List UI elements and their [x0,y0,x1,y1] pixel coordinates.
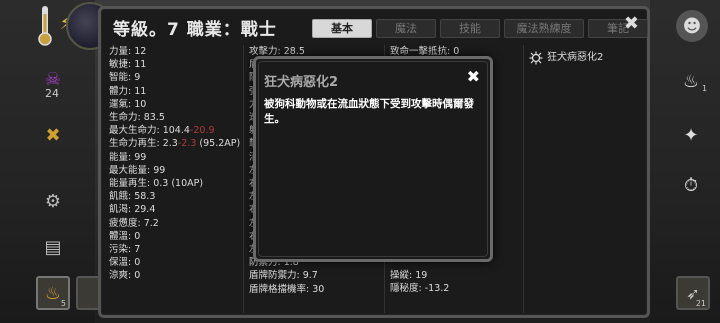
popup-title: 狂犬病惡化2 [264,75,339,90]
tab-basic[interactable]: 基本 [312,19,372,38]
left-counter: 24 [45,87,59,100]
close-icon[interactable]: ✖ [624,13,639,34]
stat-health-regen: 生命力再生: 2.3-2.3 (95.2AP) [109,137,240,150]
tab-bar: 基本 魔法 技能 魔法熟練度 筆記 [312,19,648,38]
stat-hunger: 飢餓: 58.3 [109,191,156,203]
tab-magic-proficiency[interactable]: 魔法熟練度 [504,19,584,38]
stat-intelligence: 智能: 9 [109,72,141,84]
stat-penalty: -20.9 [189,125,215,137]
stat-agility: 敏捷: 11 [109,59,147,71]
stat-strength: 力量: 12 [109,46,147,57]
stat-health: 生命力: 83.5 [109,112,165,124]
stat-ap: (95.2AP) [196,138,241,150]
thermometer-icon [38,6,52,46]
tab-magic[interactable]: 魔法 [376,19,436,38]
right-slot-count: 21 [695,299,706,308]
right-counter: 1 [702,84,708,93]
stat-fatigue: 疲憊度: 7.2 [109,217,159,229]
stat-value: 最大生命力: 104.4 [109,125,190,137]
stat-energy-regen: 能量再生: 0.3 (10AP) [109,178,204,190]
tab-notes[interactable]: 筆記 [588,19,648,38]
status-effect-label: 狂犬病惡化2 [547,52,604,64]
timer-icon[interactable]: ⏱ [678,172,704,198]
character-avatar-icon[interactable]: ☻ [676,10,708,42]
stat-body-temp: 體溫: 0 [109,230,141,242]
stat-shield-defense: 盾牌防禦力: 9.7 [249,270,318,282]
stat-stealth: 隱秘度: -13.2 [390,283,450,295]
effect-detail-popup: 狂犬病惡化2 ✖ 被狗科動物或在流血狀態下受到攻擊時偶爾發生。 [253,56,493,262]
journal-icon[interactable]: ▤ [40,234,66,260]
slot-count: 5 [60,299,66,308]
column-divider [523,45,524,313]
stat-contamination: 污染: 7 [109,244,141,256]
status-effect-rabies[interactable]: 狂犬病惡化2 [529,51,603,65]
tab-skills[interactable]: 技能 [440,19,500,38]
stats-column-1: 力量: 12 敏捷: 11 智能: 9 體力: 11 運氣: 10 生命力: 8… [109,45,240,283]
bag-icon[interactable]: ✖ [40,122,66,148]
popup-frame [258,61,488,257]
popup-description: 被狗科動物或在流血狀態下受到攻擊時偶爾發生。 [264,98,474,125]
stat-thirst: 飢渴: 29.4 [109,204,156,216]
stat-warmth: 保溫: 0 [109,257,141,269]
running-icon[interactable]: ✦ [678,122,704,148]
stat-manipulation: 操縱: 19 [390,270,428,282]
stat-shield-block-chance: 盾牌格擋機率: 30 [249,283,325,295]
stat-coolness: 涼爽: 0 [109,270,141,282]
quick-slot-fire[interactable]: ♨ 5 [36,276,70,310]
campfire-icon[interactable]: ♨ [678,68,704,94]
stat-max-health: 最大生命力: 104.4-20.9 [109,124,240,137]
status-effects-list: 狂犬病惡化2 [529,51,603,65]
close-icon[interactable]: ✖ [467,67,480,86]
right-hud [650,0,720,323]
page-title: 等級。7 職業：戰士 [113,20,277,40]
column-divider [243,45,244,313]
stat-max-energy: 最大能量: 99 [109,164,166,176]
stat-luck: 運氣: 10 [109,98,147,110]
virus-icon [529,51,543,65]
stat-penalty: -2.3 [177,138,197,150]
stat-constitution: 體力: 11 [109,85,147,97]
quick-slot-bow[interactable]: ➶ 21 [676,276,710,310]
panel-header: 等級。7 職業：戰士 基本 魔法 技能 魔法熟練度 筆記 ✖ [101,9,648,43]
gear-icon[interactable]: ⚙ [40,188,66,214]
fire-icon: ♨ [44,282,62,304]
stat-energy: 能量: 99 [109,151,147,163]
stat-value: 生命力再生: 2.3 [109,138,178,150]
